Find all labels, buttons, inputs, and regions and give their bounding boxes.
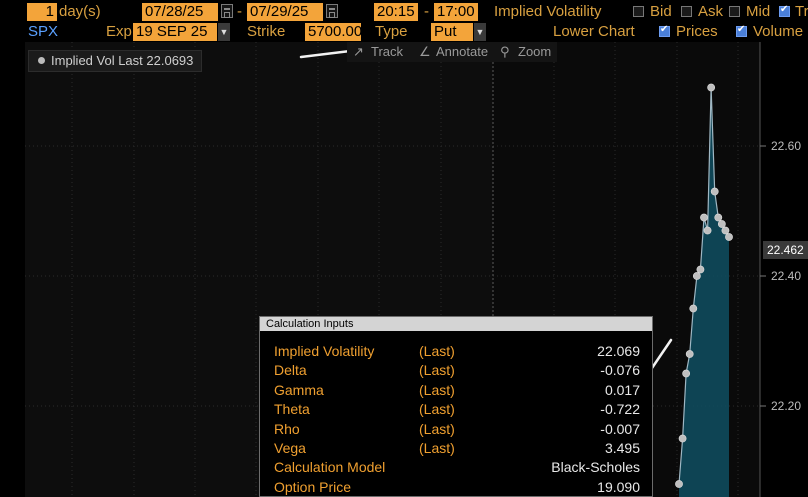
panel-row-value: 3.495 <box>604 440 640 456</box>
panel-row: Option Price 19.090 <box>274 478 640 497</box>
type-dropdown-icon[interactable]: ▼ <box>474 23 486 41</box>
y-tick-label: 22.40 <box>771 269 801 283</box>
iv-point <box>675 480 683 488</box>
prices-label: Prices <box>676 23 718 40</box>
period-unit-label: day(s) <box>59 3 101 20</box>
period-value-input[interactable]: 1 <box>27 3 57 21</box>
panel-row-label: Gamma <box>274 381 324 398</box>
date-range-separator: - <box>237 3 242 20</box>
type-label: Type <box>375 23 408 40</box>
mid-label: Mid <box>746 3 771 20</box>
y-axis-ticks: 22.20 22.40 22.60 <box>760 139 801 413</box>
end-time-input[interactable]: 17:00 <box>434 3 478 21</box>
panel-row: Implied Volatility (Last) 22.069 <box>274 342 640 361</box>
iv-point <box>714 213 723 222</box>
panel-row-source: (Last) <box>419 440 455 456</box>
panel-row-label: Calculation Model <box>274 459 386 476</box>
toolbar-row-2: SPX Exp 19 SEP 25 ▼ Strike 5700.00 Type … <box>0 22 808 42</box>
legend-text: Implied Vol Last 22.0693 <box>51 53 194 68</box>
trade-label: Tr <box>795 3 808 20</box>
start-date-input[interactable]: 07/28/25 <box>142 3 218 21</box>
iv-point <box>682 369 691 378</box>
start-calendar-icon[interactable] <box>221 4 233 18</box>
ticker-label[interactable]: SPX <box>28 22 58 42</box>
expiry-select[interactable]: 19 SEP 25 <box>133 23 217 41</box>
panel-row-value: 0.017 <box>604 381 640 398</box>
panel-row: Delta (Last) -0.076 <box>274 361 640 380</box>
time-range-separator: - <box>424 3 429 20</box>
iv-point <box>692 272 701 280</box>
last-price-label: 22.462 <box>763 241 808 259</box>
volume-checkbox[interactable] <box>736 24 747 37</box>
panel-row-label: Theta <box>274 401 310 418</box>
legend-dot-icon <box>38 57 45 64</box>
mid-checkbox[interactable] <box>729 6 740 17</box>
panel-row: Vega (Last) 3.495 <box>274 439 640 458</box>
panel-row-source: (Last) <box>419 343 455 359</box>
ask-label: Ask <box>698 3 724 20</box>
panel-row-value: 19.090 <box>597 478 640 495</box>
iv-point <box>700 213 708 222</box>
y-tick-label: 22.20 <box>771 399 801 413</box>
panel-row-source: (Last) <box>419 381 455 398</box>
zoom-tool[interactable]: Zoom <box>518 42 551 62</box>
iv-point <box>707 83 716 92</box>
panel-row-value: Black-Scholes <box>551 459 640 476</box>
iv-point <box>710 187 719 196</box>
panel-row: Calculation Model Black-Scholes <box>274 458 640 477</box>
ask-checkbox[interactable] <box>681 6 692 17</box>
strike-input[interactable]: 5700.00 <box>305 23 361 41</box>
bid-label: Bid <box>650 3 672 20</box>
start-time-input[interactable]: 20:15 <box>374 3 418 21</box>
y-tick-label: 22.60 <box>771 139 801 153</box>
legend-tooltip: Implied Vol Last 22.0693 <box>28 50 203 72</box>
calculation-inputs-panel: Calculation Inputs Implied Volatility (La… <box>259 316 653 497</box>
zoom-icon[interactable]: ⚲ <box>500 42 510 62</box>
toolbar-row-1: 1 day(s) 07/28/25 - 07/29/25 20:15 - 17:… <box>0 2 808 22</box>
expiry-label: Exp <box>106 23 132 40</box>
chart-tools-bar: ↗ Track ∠ Annotate ⚲ Zoom <box>347 42 557 62</box>
panel-row-source: (Last) <box>419 362 455 379</box>
panel-row-value: -0.007 <box>600 420 640 437</box>
end-calendar-icon[interactable] <box>326 4 338 18</box>
iv-point <box>685 350 694 358</box>
iv-point <box>696 265 705 274</box>
panel-row-label: Rho <box>274 420 300 437</box>
track-icon[interactable]: ↗ <box>353 42 364 62</box>
annotate-icon[interactable]: ∠ <box>419 42 431 62</box>
prices-checkbox[interactable] <box>659 24 670 37</box>
end-date-input[interactable]: 07/29/25 <box>247 3 323 21</box>
strike-label: Strike <box>247 23 286 40</box>
iv-point <box>703 226 712 235</box>
iv-point <box>721 226 730 235</box>
expiry-dropdown-icon[interactable]: ▼ <box>218 23 230 41</box>
panel-row-label: Vega <box>274 440 306 456</box>
iv-point <box>689 304 698 313</box>
bid-checkbox[interactable] <box>633 6 644 17</box>
panel-row: Theta (Last) -0.722 <box>274 400 640 419</box>
iv-point <box>717 220 726 228</box>
panel-row-value: 22.069 <box>597 343 640 359</box>
type-select[interactable]: Put <box>431 23 473 41</box>
iv-point <box>725 233 733 241</box>
panel-row: Rho (Last) -0.007 <box>274 420 640 439</box>
panel-title: Calculation Inputs <box>260 317 652 331</box>
annotate-tool[interactable]: Annotate <box>436 42 488 62</box>
panel-row-label: Option Price <box>274 478 352 495</box>
panel-row-source: (Last) <box>419 420 455 437</box>
panel-row-label: Delta <box>274 362 307 379</box>
panel-row-label: Implied Volatility <box>274 343 375 359</box>
panel-row-value: -0.722 <box>600 401 640 418</box>
volume-label: Volume <box>753 23 804 40</box>
iv-point <box>678 434 687 443</box>
study-label: Implied Volatility <box>494 3 602 20</box>
panel-row: Gamma (Last) 0.017 <box>274 381 640 400</box>
panel-row-value: -0.076 <box>600 362 640 379</box>
track-tool[interactable]: Track <box>371 42 403 62</box>
lower-chart-label: Lower Chart <box>553 23 635 40</box>
trade-checkbox[interactable] <box>779 4 790 17</box>
panel-row-source: (Last) <box>419 401 455 418</box>
